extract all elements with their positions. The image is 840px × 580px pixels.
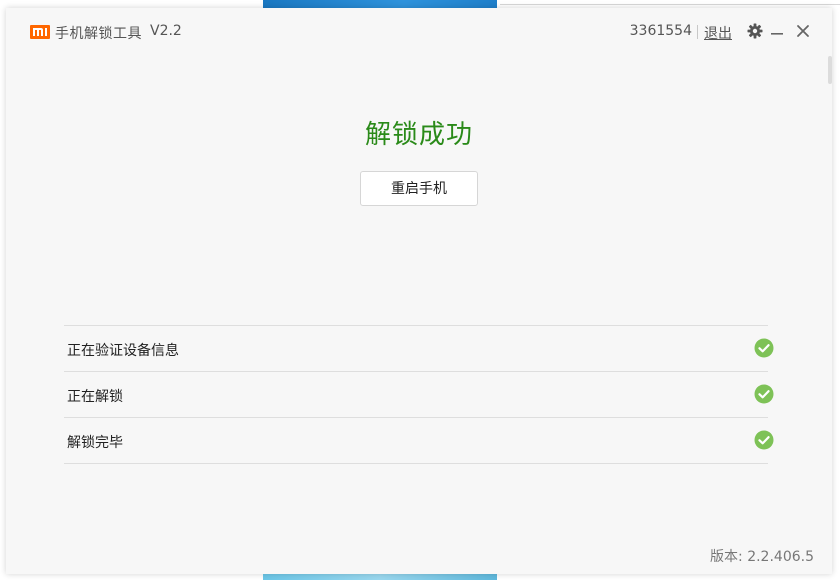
- step-row-verify-device: 正在验证设备信息: [64, 325, 774, 371]
- step-label: 正在验证设备信息: [67, 343, 179, 359]
- step-label: 正在解锁: [67, 389, 123, 405]
- scrollbar[interactable]: [828, 56, 832, 84]
- mi-logo-icon: [30, 25, 50, 39]
- unlock-tool-window: 手机解锁工具 V2.2 3361554 退出 解锁成功 重启手机 正在验证设备信…: [6, 8, 832, 574]
- unlock-success-title: 解锁成功: [364, 120, 473, 150]
- gear-icon[interactable]: [746, 22, 764, 40]
- check-circle-icon: [754, 338, 774, 358]
- app-title: 手机解锁工具: [55, 26, 142, 42]
- titlebar-separator: [697, 25, 698, 39]
- check-circle-icon: [754, 430, 774, 450]
- step-row-unlock-complete: 解锁完毕: [64, 417, 774, 464]
- build-version: 版本: 2.2.406.5: [710, 549, 814, 565]
- titlebar: 手机解锁工具 V2.2 3361554 退出: [6, 8, 832, 56]
- desktop-background: 手机解锁工具 V2.2 3361554 退出 解锁成功 重启手机 正在验证设备信…: [0, 0, 840, 580]
- account-id: 3361554: [629, 23, 692, 39]
- minimize-icon[interactable]: [768, 22, 786, 40]
- step-row-unlocking: 正在解锁: [64, 371, 774, 417]
- close-icon[interactable]: [794, 22, 812, 40]
- step-label: 解锁完毕: [67, 435, 123, 451]
- progress-steps-list: 正在验证设备信息 正在解锁 解锁完毕: [64, 325, 774, 464]
- logout-link[interactable]: 退出: [704, 23, 732, 43]
- check-circle-icon: [754, 384, 774, 404]
- background-divider: [500, 4, 840, 5]
- restart-phone-button[interactable]: 重启手机: [360, 171, 478, 206]
- app-version: V2.2: [150, 23, 182, 39]
